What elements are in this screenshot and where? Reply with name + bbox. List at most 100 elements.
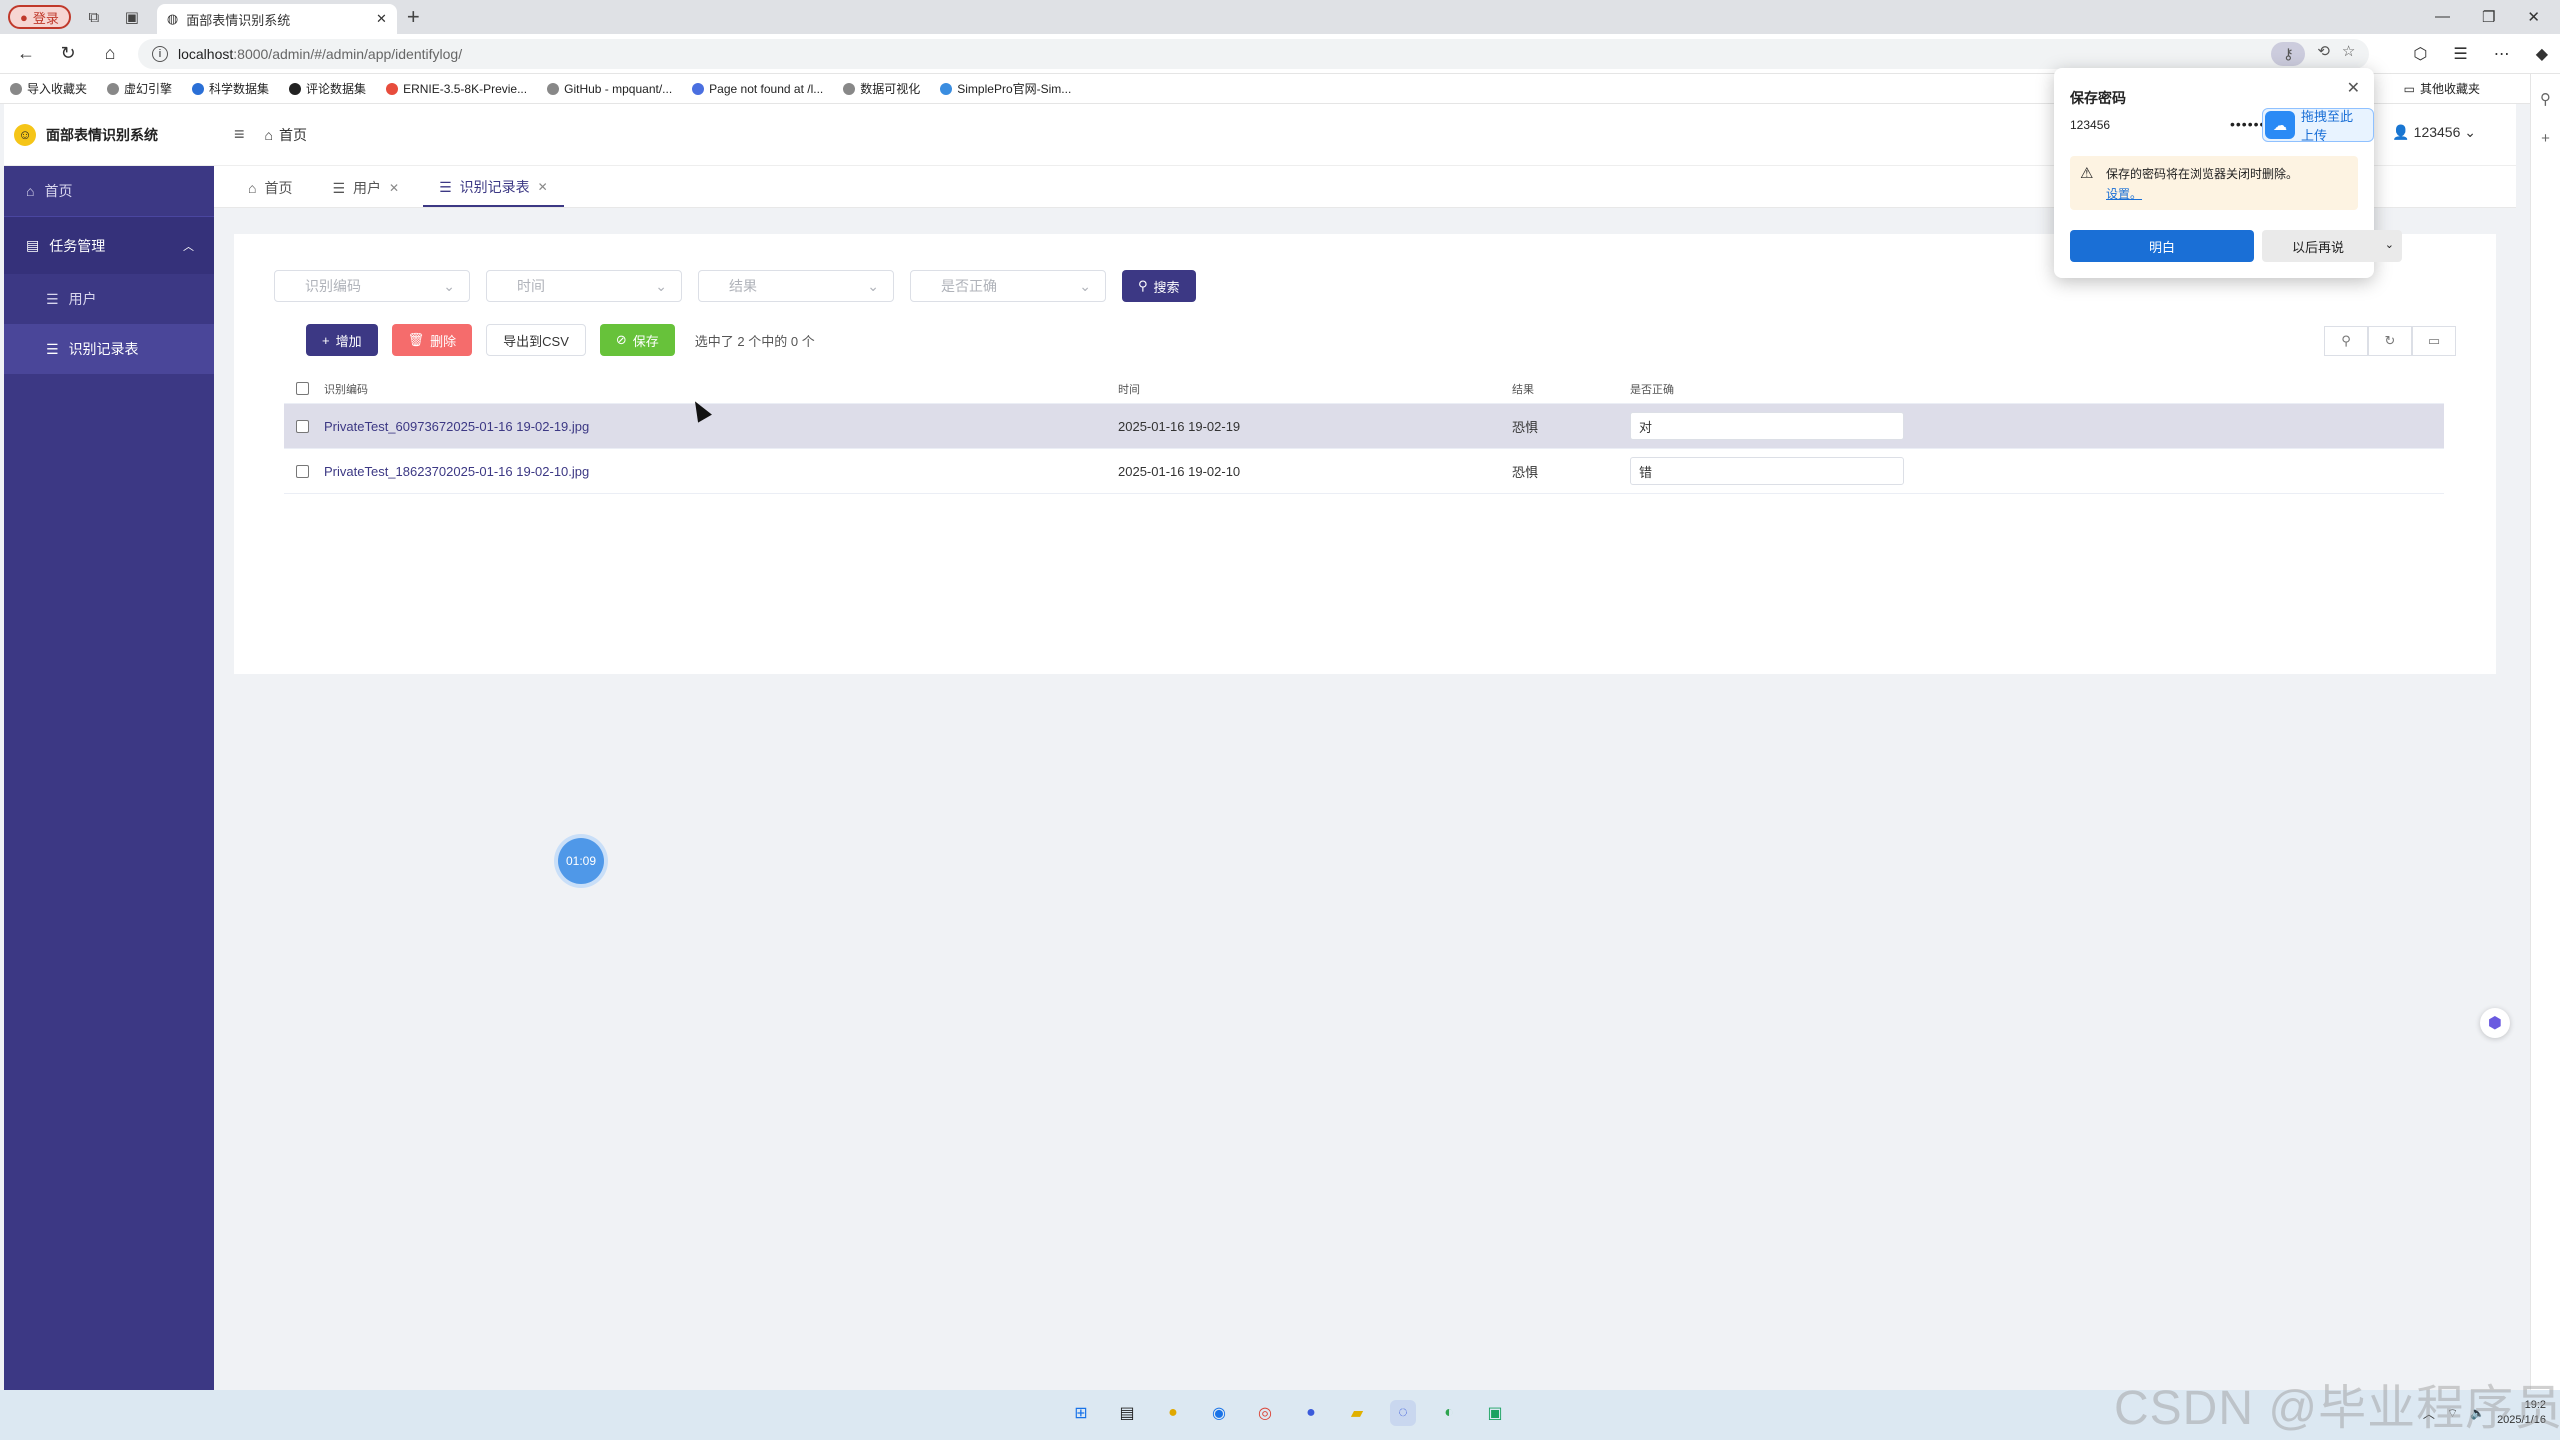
workspaces-icon[interactable]: ⧉ (79, 2, 109, 32)
column-header[interactable]: 结果 (1512, 381, 1630, 397)
favorite-star-icon[interactable]: ☆ (2342, 42, 2355, 66)
chrome-icon[interactable]: ◎ (1252, 1400, 1278, 1426)
columns-icon[interactable]: ▭ (2412, 326, 2456, 356)
code-filter-select[interactable]: 识别编码 ⌄ (274, 270, 470, 302)
action-toolbar: + 增加 🗑 删除 导出到CSV ⊘ 保存 选中了 2 个中的 0 个 (306, 324, 815, 356)
got-it-button[interactable]: 明白 (2070, 230, 2254, 262)
menu-toggle-icon[interactable]: ≡ (234, 124, 245, 145)
add-icon[interactable]: + (2541, 130, 2550, 147)
column-header[interactable]: 识别编码 (324, 381, 1118, 397)
bookmark[interactable]: GitHub - mpquant/... (547, 82, 672, 96)
restore-icon[interactable]: ❐ (2482, 8, 2495, 26)
file-explorer-icon[interactable]: ▰ (1344, 1400, 1370, 1426)
favorites-icon[interactable]: ☰ (2453, 44, 2467, 64)
more-icon[interactable]: ⋯ (2494, 44, 2510, 64)
bookmark[interactable]: 评论数据集 (289, 80, 366, 97)
recording-timer[interactable]: 01:09 (558, 838, 604, 884)
select-all-checkbox[interactable] (296, 382, 309, 395)
pycharm-icon[interactable]: ▣ (1482, 1400, 1508, 1426)
drag-upload-button[interactable]: ☁ 拖拽至此上传 (2262, 108, 2374, 143)
row-checkbox[interactable] (296, 419, 309, 433)
sidebar-item-users[interactable]: ☰ 用户 (4, 274, 214, 324)
windows-start-icon[interactable]: ⊞ (1068, 1400, 1094, 1426)
column-header[interactable]: 是否正确 (1630, 381, 1930, 397)
tab-home[interactable]: ⌂ 首页 (232, 169, 308, 207)
export-csv-button[interactable]: 导出到CSV (486, 324, 586, 356)
breadcrumb[interactable]: ⌂ 首页 (265, 125, 307, 145)
row-checkbox[interactable] (296, 464, 309, 478)
correct-input[interactable]: 错 (1630, 457, 1904, 485)
correct-filter-select[interactable]: 是否正确 ⌄ (910, 270, 1106, 302)
record-link[interactable]: PrivateTest_60973672025-01-16 19-02-19.j… (324, 419, 589, 434)
back-icon[interactable]: ← (12, 43, 40, 64)
assistant-icon[interactable]: ⬢ (2480, 1008, 2510, 1038)
password-value[interactable]: •••••• (2230, 116, 2265, 132)
app-title: 面部表情识别系统 (46, 126, 158, 143)
close-icon[interactable]: ✕ (538, 180, 548, 194)
other-favorites[interactable]: ▭ 其他收藏夹 (2404, 80, 2480, 97)
site-info-icon[interactable]: i (152, 45, 168, 62)
reload-icon[interactable]: ↻ (54, 43, 82, 64)
close-window-icon[interactable]: ✕ (2527, 8, 2540, 26)
copilot-icon[interactable]: ◆ (2536, 44, 2548, 64)
sidebar: ⌂ 首页 ▤ 任务管理 ︿ ☰ 用户 ☰ 识别记录表 (4, 166, 214, 1390)
username-value[interactable]: 123456 (2070, 118, 2110, 132)
sidebar-item-identify-log[interactable]: ☰ 识别记录表 (4, 324, 214, 374)
search-icon[interactable]: ⚲ (2540, 90, 2551, 108)
table-row[interactable]: PrivateTest_60973672025-01-16 19-02-19.j… (284, 404, 2444, 449)
chevron-down-icon: ⌄ (1079, 277, 1091, 294)
profile-button[interactable]: ● 登录 (8, 5, 71, 29)
bookmark[interactable]: 数据可视化 (843, 80, 920, 97)
extensions-icon[interactable]: ⬡ (2413, 44, 2427, 64)
tab-actions-icon[interactable]: ▣ (117, 2, 147, 32)
cell-time: 2025-01-16 19-02-19 (1118, 418, 1241, 434)
bookmark[interactable]: ERNIE-3.5-8K-Previe... (386, 82, 527, 96)
url-field[interactable]: i localhost:8000/admin/#/admin/app/ident… (138, 38, 2370, 69)
result-filter-select[interactable]: 结果 ⌄ (698, 270, 894, 302)
chevron-down-icon[interactable]: ⌄ (2385, 238, 2394, 251)
tab-users[interactable]: ☰ 用户 ✕ (316, 169, 415, 207)
sidebar-item-home[interactable]: ⌂ 首页 (4, 166, 214, 216)
close-tab-icon[interactable]: ✕ (376, 11, 387, 27)
edge-icon[interactable]: ◉ (1206, 1400, 1232, 1426)
time-filter-select[interactable]: 时间 ⌄ (486, 270, 682, 302)
search-button[interactable]: ⚲ 搜索 (1122, 270, 1196, 302)
correct-input[interactable]: 对 (1630, 412, 1904, 440)
settings-link[interactable]: 设置。 (2106, 187, 2142, 201)
bookmark[interactable]: SimplePro官网-Sim... (940, 80, 1071, 97)
sidebar-group-label: 任务管理 (49, 237, 106, 254)
selection-info: 选中了 2 个中的 0 个 (694, 333, 815, 349)
record-link[interactable]: PrivateTest_18623702025-01-16 19-02-10.j… (324, 464, 589, 479)
app-icon[interactable]: ● (1298, 1400, 1324, 1426)
bookmark[interactable]: 科学数据集 (192, 80, 269, 97)
close-icon[interactable]: ✕ (2347, 78, 2360, 98)
bookmark[interactable]: 导入收藏夹 (10, 80, 87, 97)
tab-identify-log[interactable]: ☰ 识别记录表 ✕ (423, 169, 564, 207)
add-button[interactable]: + 增加 (306, 324, 378, 356)
save-button[interactable]: ⊘ 保存 (599, 324, 675, 356)
browser-tab[interactable]: ◍ 面部表情识别系统 ✕ (156, 4, 397, 34)
bookmark[interactable]: 虚幻引擎 (107, 80, 172, 97)
minimize-icon[interactable]: — (2435, 8, 2450, 26)
sidebar-group-tasks[interactable]: ▤ 任务管理 ︿ (4, 216, 214, 274)
bookmark[interactable]: Page not found at /l... (692, 82, 823, 96)
user-menu[interactable]: 👤 123456 ⌄ (2392, 124, 2476, 141)
app-icon[interactable]: ● (1160, 1400, 1186, 1426)
translate-icon[interactable]: ⟲ (2317, 42, 2330, 66)
later-button[interactable]: 以后再说 ⌄ (2262, 230, 2402, 262)
refresh-icon[interactable]: ↻ (2368, 326, 2412, 356)
delete-button[interactable]: 🗑 删除 (391, 324, 473, 356)
user-icon: ● (20, 9, 28, 25)
column-header[interactable]: 时间 (1118, 381, 1512, 397)
bookmark-icon (192, 82, 205, 95)
globe-icon: ◍ (166, 11, 179, 26)
new-tab-button[interactable]: + (407, 4, 420, 30)
task-view-icon[interactable]: ▤ (1114, 1400, 1140, 1426)
recorder-icon[interactable]: ◌ (1390, 1400, 1416, 1426)
password-key-icon[interactable]: ⚷ (2271, 41, 2306, 66)
wechat-icon[interactable]: ◐ (1436, 1400, 1462, 1426)
search-icon[interactable]: ⚲ (2324, 326, 2368, 356)
table-row[interactable]: PrivateTest_18623702025-01-16 19-02-10.j… (284, 449, 2444, 494)
close-icon[interactable]: ✕ (389, 181, 399, 195)
home-icon[interactable]: ⌂ (96, 43, 124, 64)
